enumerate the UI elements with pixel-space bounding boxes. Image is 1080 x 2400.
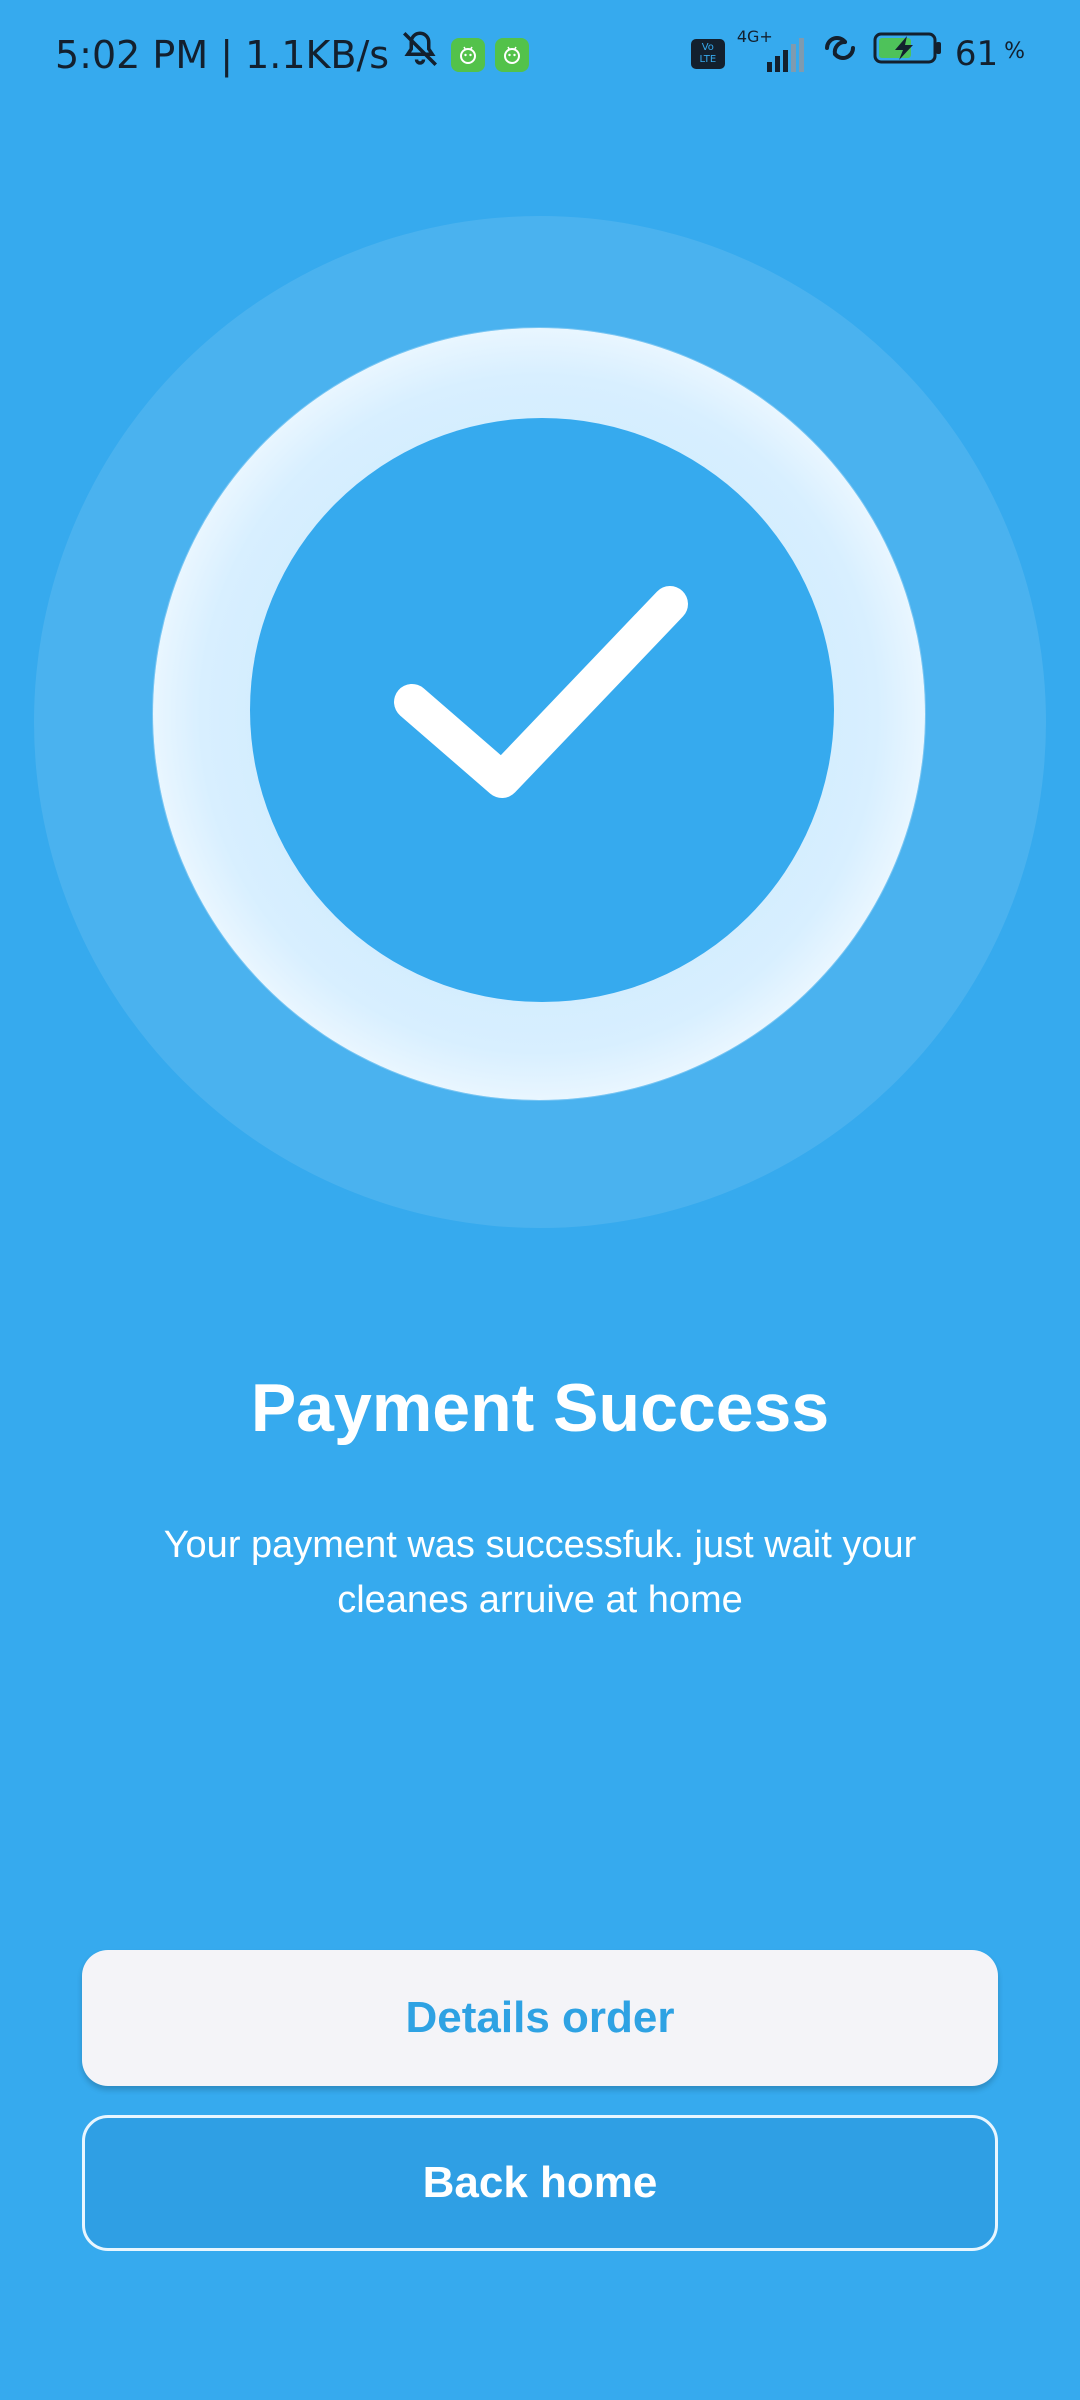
success-graphic	[0, 0, 1080, 1300]
checkmark-icon	[394, 586, 688, 798]
details-order-label: Details order	[405, 1993, 675, 2042]
page-title: Payment Success	[250, 1370, 830, 1446]
success-message: Your payment was successfuk. just wait y…	[163, 1524, 917, 1621]
details-order-button[interactable]: Details order	[82, 1950, 998, 2086]
back-home-button[interactable]: Back home	[82, 2115, 998, 2251]
back-home-label: Back home	[422, 2158, 658, 2207]
